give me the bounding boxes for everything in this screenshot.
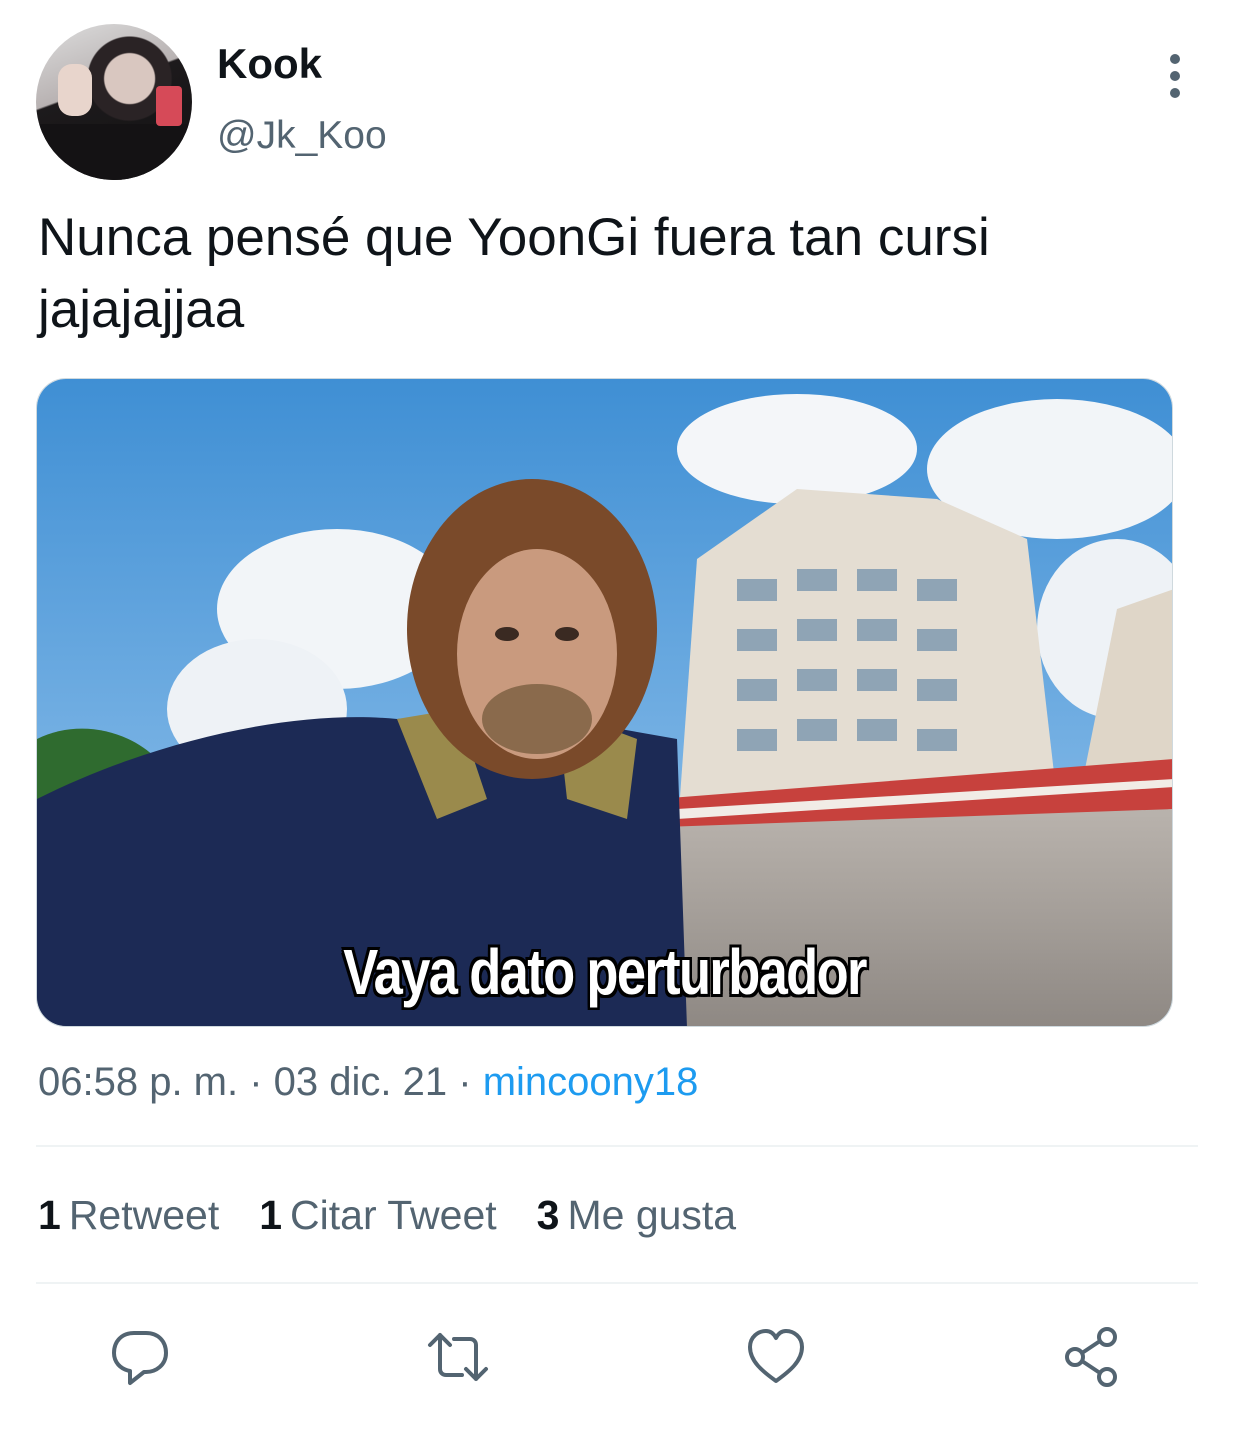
likes-stat[interactable]: 3 Me gusta [537, 1192, 736, 1239]
retweet-icon[interactable] [426, 1325, 490, 1389]
likes-label: Me gusta [567, 1192, 737, 1238]
reply-icon[interactable] [108, 1325, 172, 1389]
tweet-metadata: 06:58 p. m. · 03 dic. 21 · mincoony18 [38, 1060, 698, 1105]
tweet-text: Nunca pensé que YoonGi fuera tan cursi j… [38, 208, 990, 339]
user-display-name[interactable]: Kook [217, 40, 322, 88]
avatar-shirt [36, 124, 192, 180]
divider [36, 1145, 1198, 1147]
avatar-accent [156, 86, 182, 126]
meme-illustration [37, 379, 1172, 1026]
retweets-label: Retweet [68, 1192, 220, 1238]
more-options-icon[interactable] [1163, 54, 1187, 98]
meta-separator: · [447, 1060, 483, 1104]
meta-separator: · [238, 1060, 274, 1104]
user-handle[interactable]: @Jk_Koo [217, 114, 387, 158]
tweet-source-link[interactable]: mincoony18 [483, 1060, 699, 1104]
tweet-date: 03 dic. 21 [273, 1060, 448, 1104]
like-icon[interactable] [744, 1325, 808, 1389]
quote-tweets-stat[interactable]: 1 Citar Tweet [259, 1192, 496, 1239]
divider [36, 1282, 1198, 1284]
engagement-stats: 1 Retweet 1 Citar Tweet 3 Me gusta [38, 1192, 736, 1239]
likes-count: 3 [536, 1192, 560, 1238]
tweet-time: 06:58 p. m. [38, 1060, 239, 1104]
quote-tweets-count: 1 [259, 1192, 283, 1238]
avatar-hand [58, 64, 92, 116]
user-avatar[interactable] [36, 24, 192, 180]
retweets-count: 1 [38, 1192, 61, 1238]
quote-tweets-label: Citar Tweet [290, 1192, 497, 1238]
tweet-media-image[interactable]: Vaya dato perturbador [36, 378, 1173, 1027]
tweet-action-bar [0, 1325, 1235, 1389]
share-icon[interactable] [1061, 1325, 1125, 1389]
retweets-stat[interactable]: 1 Retweet [38, 1192, 219, 1239]
meme-caption: Vaya dato perturbador [343, 936, 867, 1008]
